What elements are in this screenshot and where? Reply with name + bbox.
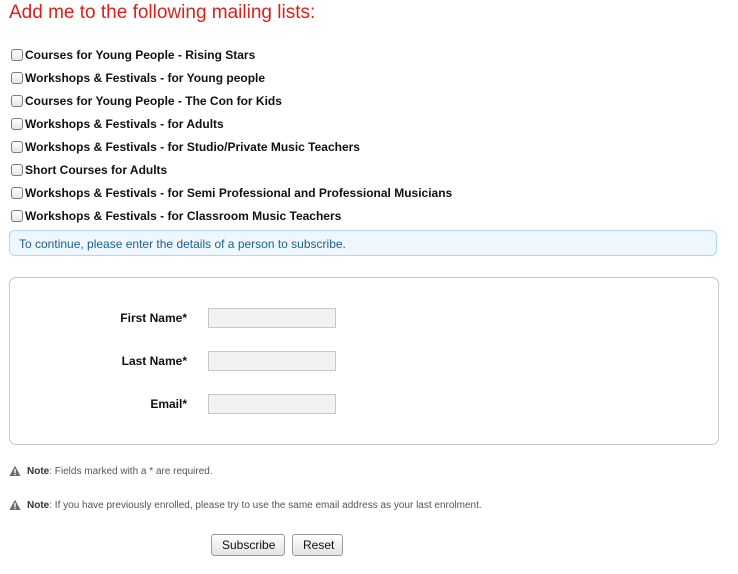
mailing-list-item[interactable]: Short Courses for Adults — [10, 158, 452, 181]
mailing-list-label[interactable]: Workshops & Festivals - for Classroom Mu… — [25, 209, 341, 223]
mailing-list-label[interactable]: Workshops & Festivals - for Young people — [25, 71, 265, 85]
note-label: Note — [27, 465, 50, 477]
mailing-list-checkbox[interactable] — [11, 48, 23, 61]
mailing-list-item[interactable]: Workshops & Festivals - for Adults — [10, 112, 452, 135]
mailing-list-checkbox[interactable] — [11, 209, 23, 222]
mailing-list-item[interactable]: Courses for Young People - The Con for K… — [10, 89, 452, 112]
mailing-list-label[interactable]: Short Courses for Adults — [25, 163, 167, 177]
mailing-list-item[interactable]: Workshops & Festivals - for Classroom Mu… — [10, 204, 452, 227]
mailing-list-checkbox[interactable] — [11, 163, 23, 176]
email-input[interactable] — [208, 394, 336, 414]
info-message: To continue, please enter the details of… — [9, 230, 717, 256]
mailing-list-label[interactable]: Workshops & Festivals - for Semi Profess… — [25, 186, 452, 200]
mailing-list-signup-page: Add me to the following mailing lists: C… — [0, 0, 738, 574]
mailing-list-item[interactable]: Workshops & Festivals - for Semi Profess… — [10, 181, 452, 204]
subscriber-details-form: First Name* Last Name* Email* — [9, 277, 719, 445]
required-fields-note: Note: Fields marked with a * are require… — [9, 465, 213, 477]
mailing-list-checkbox[interactable] — [11, 71, 23, 84]
reset-button[interactable]: Reset — [292, 534, 343, 556]
last-name-label: Last Name* — [121, 354, 187, 368]
note-text: : If you have previously enrolled, pleas… — [49, 499, 482, 511]
first-name-input[interactable] — [208, 308, 336, 328]
page-heading: Add me to the following mailing lists: — [9, 2, 316, 23]
first-name-row: First Name* — [10, 308, 718, 330]
mailing-list-label[interactable]: Workshops & Festivals - for Studio/Priva… — [25, 140, 360, 154]
warning-triangle-icon — [9, 499, 21, 510]
first-name-label: First Name* — [120, 311, 187, 325]
email-row: Email* — [10, 394, 718, 416]
mailing-list-label[interactable]: Courses for Young People - Rising Stars — [25, 48, 255, 62]
mailing-list-checkbox[interactable] — [11, 117, 23, 130]
mailing-list-checkbox[interactable] — [11, 186, 23, 199]
last-name-input[interactable] — [208, 351, 336, 371]
mailing-list-options: Courses for Young People - Rising Stars … — [10, 43, 452, 227]
mailing-list-item[interactable]: Courses for Young People - Rising Stars — [10, 43, 452, 66]
note-label: Note — [27, 499, 50, 511]
mailing-list-item[interactable]: Workshops & Festivals - for Studio/Priva… — [10, 135, 452, 158]
mailing-list-item[interactable]: Workshops & Festivals - for Young people — [10, 66, 452, 89]
email-label: Email* — [150, 397, 187, 411]
note-text: : Fields marked with a * are required. — [49, 465, 213, 477]
mailing-list-label[interactable]: Workshops & Festivals - for Adults — [25, 117, 224, 131]
mailing-list-checkbox[interactable] — [11, 140, 23, 153]
last-name-row: Last Name* — [10, 351, 718, 373]
enrolment-email-note: Note: If you have previously enrolled, p… — [9, 499, 482, 511]
mailing-list-label[interactable]: Courses for Young People - The Con for K… — [25, 94, 282, 108]
warning-triangle-icon — [9, 465, 21, 476]
subscribe-button[interactable]: Subscribe — [211, 534, 285, 556]
mailing-list-checkbox[interactable] — [11, 94, 23, 107]
